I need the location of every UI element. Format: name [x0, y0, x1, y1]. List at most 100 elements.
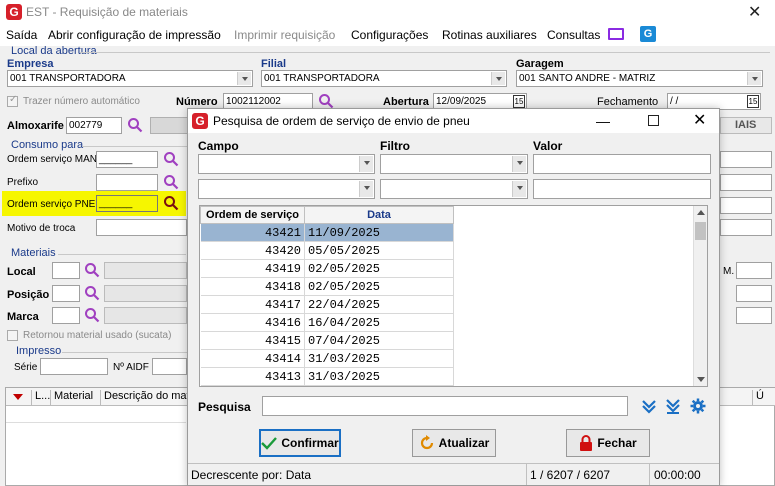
result-row[interactable]: 43421 11/09/2025: [200, 223, 454, 242]
col-l-header[interactable]: L...: [31, 390, 50, 406]
pesquisa-input[interactable]: [262, 396, 628, 416]
dialog-close-icon[interactable]: ✕: [693, 110, 706, 130]
garagem-value: 001 SANTO ANDRE - MATRIZ: [519, 73, 656, 84]
calendar-icon[interactable]: 15: [513, 95, 525, 108]
atualizar-label: Atualizar: [438, 436, 490, 450]
menu-abrir-config[interactable]: Abrir configuração de impressão: [48, 28, 221, 42]
fechar-button[interactable]: Fechar: [566, 429, 650, 457]
m-field[interactable]: [736, 262, 772, 279]
right-field-6[interactable]: [736, 307, 772, 324]
scroll-down-icon[interactable]: [697, 377, 705, 382]
right-field-1[interactable]: [720, 151, 772, 168]
monitor-icon[interactable]: [608, 28, 624, 40]
search-posicao-icon[interactable]: [84, 285, 100, 301]
search-almoxarife-icon[interactable]: [127, 117, 143, 133]
col-ordem-header[interactable]: Ordem de serviço: [200, 206, 305, 224]
results-grid[interactable]: Ordem de serviço Data 43421 11/09/2025 434…: [199, 205, 708, 387]
campo-label: Campo: [198, 139, 239, 153]
posicao-name-field: [104, 285, 187, 302]
menu-saida[interactable]: Saída: [6, 28, 37, 42]
col-data-header[interactable]: Data: [304, 206, 454, 224]
app-g-icon[interactable]: G: [640, 26, 656, 42]
result-row[interactable]: 43418 02/05/2025: [200, 277, 454, 296]
valor-input-2[interactable]: [533, 179, 711, 199]
retornou-checkbox[interactable]: [7, 330, 18, 341]
menu-rotinas[interactable]: Rotinas auxiliares: [442, 28, 537, 42]
aidf-field[interactable]: [152, 358, 187, 375]
confirmar-label: Confirmar: [281, 436, 339, 450]
menu-configuracoes[interactable]: Configurações: [351, 28, 428, 42]
right-field-5[interactable]: [736, 285, 772, 302]
chevron-down-bar-icon[interactable]: [665, 398, 681, 414]
gear-icon[interactable]: [690, 398, 706, 414]
search-marca-icon[interactable]: [84, 307, 100, 323]
prefixo-field[interactable]: [96, 174, 158, 191]
col-u-header[interactable]: Ú: [752, 390, 764, 406]
results-scrollbar[interactable]: [693, 206, 707, 386]
sort-down-icon[interactable]: [13, 394, 23, 400]
search-os-pne-icon[interactable]: [163, 195, 179, 211]
maximize-icon[interactable]: [648, 115, 659, 126]
posicao-field[interactable]: [52, 285, 80, 302]
trazer-numero-checkbox[interactable]: ✓: [7, 94, 18, 107]
local-field[interactable]: [52, 262, 80, 279]
right-field-2[interactable]: [720, 174, 772, 191]
chevron-down-icon: [512, 156, 526, 172]
local-abertura-group-label: Local da abertura: [11, 45, 97, 57]
marca-field[interactable]: [52, 307, 80, 324]
garagem-select[interactable]: 001 SANTO ANDRE - MATRIZ: [516, 70, 763, 87]
confirmar-button[interactable]: Confirmar: [259, 429, 341, 457]
result-row[interactable]: 43413 31/03/2025: [200, 367, 454, 386]
minimize-icon[interactable]: —: [596, 113, 610, 129]
motivo-field[interactable]: [96, 219, 187, 236]
materiais-partial-button[interactable]: IAIS: [720, 117, 772, 134]
divider: [82, 146, 187, 147]
scroll-thumb[interactable]: [695, 222, 706, 240]
result-row[interactable]: 43419 02/05/2025: [200, 259, 454, 278]
filial-select[interactable]: 001 TRANSPORTADORA: [261, 70, 507, 87]
search-os-man-icon[interactable]: [163, 151, 179, 167]
data-cell: 02/05/2025: [304, 277, 454, 296]
search-local-icon[interactable]: [84, 262, 100, 278]
atualizar-button[interactable]: Atualizar: [412, 429, 496, 457]
serie-field[interactable]: [40, 358, 108, 375]
campo-select-1[interactable]: [198, 154, 375, 174]
menu-consultas[interactable]: Consultas: [547, 28, 600, 42]
result-row[interactable]: 43417 22/04/2025: [200, 295, 454, 314]
fechar-label: Fechar: [597, 436, 637, 450]
os-pne-field[interactable]: ______: [96, 195, 158, 212]
result-row[interactable]: 43420 05/05/2025: [200, 241, 454, 260]
ordem-cell: 43421: [200, 223, 305, 242]
result-row[interactable]: 43414 31/03/2025: [200, 349, 454, 368]
double-chevron-down-icon[interactable]: [641, 398, 657, 414]
empresa-select[interactable]: 001 TRANSPORTADORA: [7, 70, 253, 87]
valor-input-1[interactable]: [533, 154, 711, 174]
status-sort: Decrescente por: Data: [191, 468, 312, 482]
menu-imprimir[interactable]: Imprimir requisição: [234, 28, 335, 42]
window-titlebar: G EST - Requisição de materiais ✕: [0, 0, 775, 24]
abertura-value: 12/09/2025: [436, 96, 487, 107]
col-material-header[interactable]: Material: [50, 390, 93, 406]
right-field-3[interactable]: [720, 197, 772, 214]
divider: [62, 352, 187, 353]
right-field-4[interactable]: [720, 219, 772, 236]
data-cell: 31/03/2025: [304, 349, 454, 368]
search-numero-icon[interactable]: [318, 93, 334, 109]
impresso-group-label: Impresso: [16, 345, 62, 357]
search-prefixo-icon[interactable]: [163, 174, 179, 190]
ordem-cell: 43418: [200, 277, 305, 296]
campo-select-2[interactable]: [198, 179, 375, 199]
close-window-button[interactable]: ✕: [748, 2, 761, 22]
almoxarife-field[interactable]: 002779: [66, 117, 122, 134]
filtro-select-1[interactable]: [380, 154, 528, 174]
refresh-icon: [420, 435, 433, 450]
calendar-icon[interactable]: 15: [747, 95, 759, 108]
materials-grid-row[interactable]: [6, 407, 186, 423]
dialog-statusbar: Decrescente por: Data 1 / 6207 / 6207 00…: [188, 463, 719, 485]
col-descricao-header[interactable]: Descrição do mater: [100, 390, 199, 406]
scroll-up-icon[interactable]: [697, 210, 705, 215]
os-man-field[interactable]: ______: [96, 151, 158, 168]
result-row[interactable]: 43416 16/04/2025: [200, 313, 454, 332]
result-row[interactable]: 43415 07/04/2025: [200, 331, 454, 350]
filtro-select-2[interactable]: [380, 179, 528, 199]
